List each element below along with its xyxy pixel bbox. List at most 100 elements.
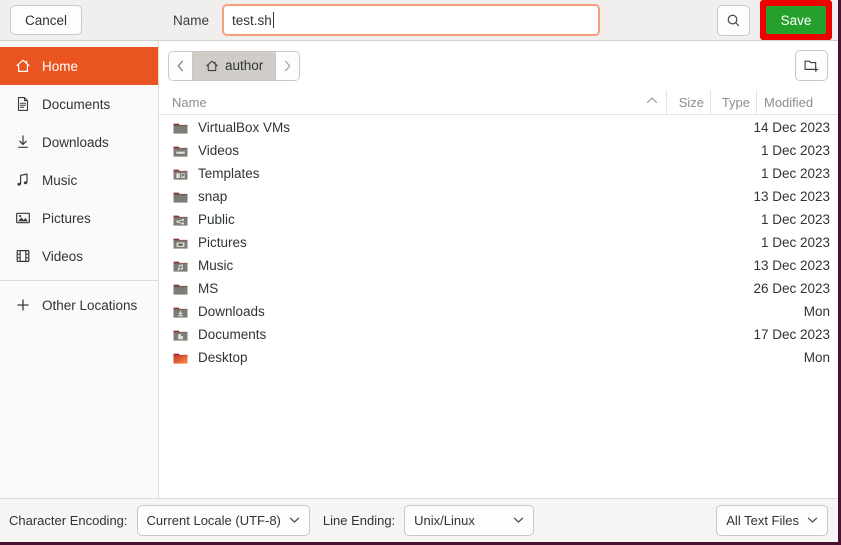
table-row[interactable]: Music 13 Dec 2023: [159, 254, 838, 277]
dialog-header-bar: Cancel Name test.sh Save: [0, 0, 838, 41]
column-header-name-label: Name: [172, 94, 207, 110]
line-ending-dropdown[interactable]: Unix/Linux: [404, 505, 535, 536]
character-encoding-dropdown[interactable]: Current Locale (UTF-8): [136, 505, 310, 536]
file-list-column-headers: Name Size Type Modified: [159, 90, 838, 115]
file-name: Public: [198, 212, 235, 227]
places-sidebar: Home Documents Downloads Music Pictures …: [0, 41, 159, 498]
chevron-down-icon: [513, 516, 524, 526]
file-name: MS: [198, 281, 219, 296]
file-modified: 13 Dec 2023: [753, 258, 830, 273]
path-forward-button[interactable]: [276, 51, 300, 80]
folder-templates-icon: [172, 166, 189, 182]
column-header-type[interactable]: Type: [710, 90, 756, 114]
table-row[interactable]: snap 13 Dec 2023: [159, 185, 838, 208]
image-icon: [14, 210, 31, 227]
folder-plain-icon: [172, 281, 189, 297]
file-modified: 26 Dec 2023: [753, 281, 830, 296]
dialog-body: Home Documents Downloads Music Pictures …: [0, 41, 838, 498]
folder-downloads-icon: [172, 304, 189, 320]
folder-videos-icon: [172, 143, 189, 159]
file-name: Desktop: [198, 350, 248, 365]
file-name: Pictures: [198, 235, 247, 250]
file-modified: 17 Dec 2023: [753, 327, 830, 342]
folder-desktop-icon: [172, 350, 189, 366]
sidebar-item-pictures[interactable]: Pictures: [0, 199, 158, 237]
table-row[interactable]: Downloads Mon: [159, 300, 838, 323]
line-ending-value: Unix/Linux: [414, 513, 475, 528]
path-bar: author: [168, 50, 301, 81]
filename-input-value: test.sh: [232, 12, 272, 28]
column-header-name[interactable]: Name: [172, 90, 646, 114]
chevron-left-icon: [177, 60, 183, 71]
create-folder-button[interactable]: [795, 50, 828, 81]
sidebar-item-downloads[interactable]: Downloads: [0, 123, 158, 161]
file-modified: 14 Dec 2023: [753, 120, 830, 135]
sidebar-item-videos[interactable]: Videos: [0, 237, 158, 275]
path-bar-row: author: [159, 41, 838, 90]
table-row[interactable]: VirtualBox VMs 14 Dec 2023: [159, 116, 838, 139]
save-button[interactable]: Save: [766, 6, 826, 34]
document-icon: [14, 96, 31, 113]
search-button[interactable]: [717, 4, 750, 36]
breadcrumb-label: author: [225, 58, 264, 73]
sidebar-item-music[interactable]: Music: [0, 161, 158, 199]
sidebar-item-home[interactable]: Home: [0, 47, 158, 85]
column-header-size-label: Size: [678, 94, 704, 110]
file-browser-pane: author Name Size Type Modified VirtualBo…: [159, 41, 838, 498]
file-name: Templates: [198, 166, 260, 181]
file-filter-dropdown[interactable]: All Text Files: [716, 505, 828, 536]
sidebar-item-label: Documents: [42, 96, 111, 112]
file-filter-value: All Text Files: [726, 513, 799, 528]
file-modified: Mon: [803, 304, 830, 319]
column-header-size[interactable]: Size: [666, 90, 710, 114]
sidebar-item-documents[interactable]: Documents: [0, 85, 158, 123]
download-icon: [14, 134, 31, 151]
folder-pictures-icon: [172, 235, 189, 251]
file-name: Videos: [198, 143, 240, 158]
chevron-down-icon: [289, 516, 300, 526]
table-row[interactable]: MS 26 Dec 2023: [159, 277, 838, 300]
name-field-label: Name: [173, 12, 210, 28]
folder-documents-icon: [172, 327, 189, 343]
table-row[interactable]: Desktop Mon: [159, 346, 838, 369]
character-encoding-label: Character Encoding:: [9, 513, 128, 528]
file-modified: 1 Dec 2023: [760, 212, 830, 227]
sidebar-item-other-locations[interactable]: Other Locations: [0, 286, 158, 324]
file-modified: Mon: [803, 350, 830, 365]
file-name: snap: [198, 189, 228, 204]
sidebar-item-label: Music: [42, 172, 78, 188]
line-ending-label: Line Ending:: [322, 513, 396, 528]
table-row[interactable]: Pictures 1 Dec 2023: [159, 231, 838, 254]
breadcrumb-author[interactable]: author: [192, 51, 277, 80]
folder-plain-icon: [172, 189, 189, 205]
film-icon: [14, 248, 31, 265]
file-modified: 1 Dec 2023: [760, 143, 830, 158]
file-modified: 13 Dec 2023: [753, 189, 830, 204]
character-encoding-value: Current Locale (UTF-8): [146, 513, 281, 528]
filename-input[interactable]: test.sh: [222, 4, 601, 36]
chevron-down-icon: [807, 516, 818, 526]
file-name: Music: [198, 258, 234, 273]
table-row[interactable]: Documents 17 Dec 2023: [159, 323, 838, 346]
file-name: Downloads: [198, 304, 265, 319]
new-folder-icon: [804, 60, 819, 73]
text-caret: [272, 12, 274, 28]
sidebar-item-label: Pictures: [42, 210, 91, 226]
path-back-button[interactable]: [169, 51, 192, 80]
table-row[interactable]: Public 1 Dec 2023: [159, 208, 838, 231]
column-header-type-label: Type: [721, 94, 750, 110]
plus-icon: [14, 297, 31, 314]
file-modified: 1 Dec 2023: [760, 235, 830, 250]
sidebar-item-label: Other Locations: [42, 297, 138, 313]
table-row[interactable]: Videos 1 Dec 2023: [159, 139, 838, 162]
sidebar-item-label: Downloads: [42, 134, 109, 150]
file-list[interactable]: VirtualBox VMs 14 Dec 2023 Videos 1 Dec …: [159, 115, 838, 498]
folder-music-icon: [172, 258, 189, 274]
file-modified: 1 Dec 2023: [760, 166, 830, 181]
home-icon: [14, 58, 31, 75]
file-name: Documents: [198, 327, 267, 342]
cancel-button[interactable]: Cancel: [10, 5, 83, 35]
column-header-modified[interactable]: Modified: [756, 90, 838, 114]
music-note-icon: [14, 172, 31, 189]
table-row[interactable]: Templates 1 Dec 2023: [159, 162, 838, 185]
